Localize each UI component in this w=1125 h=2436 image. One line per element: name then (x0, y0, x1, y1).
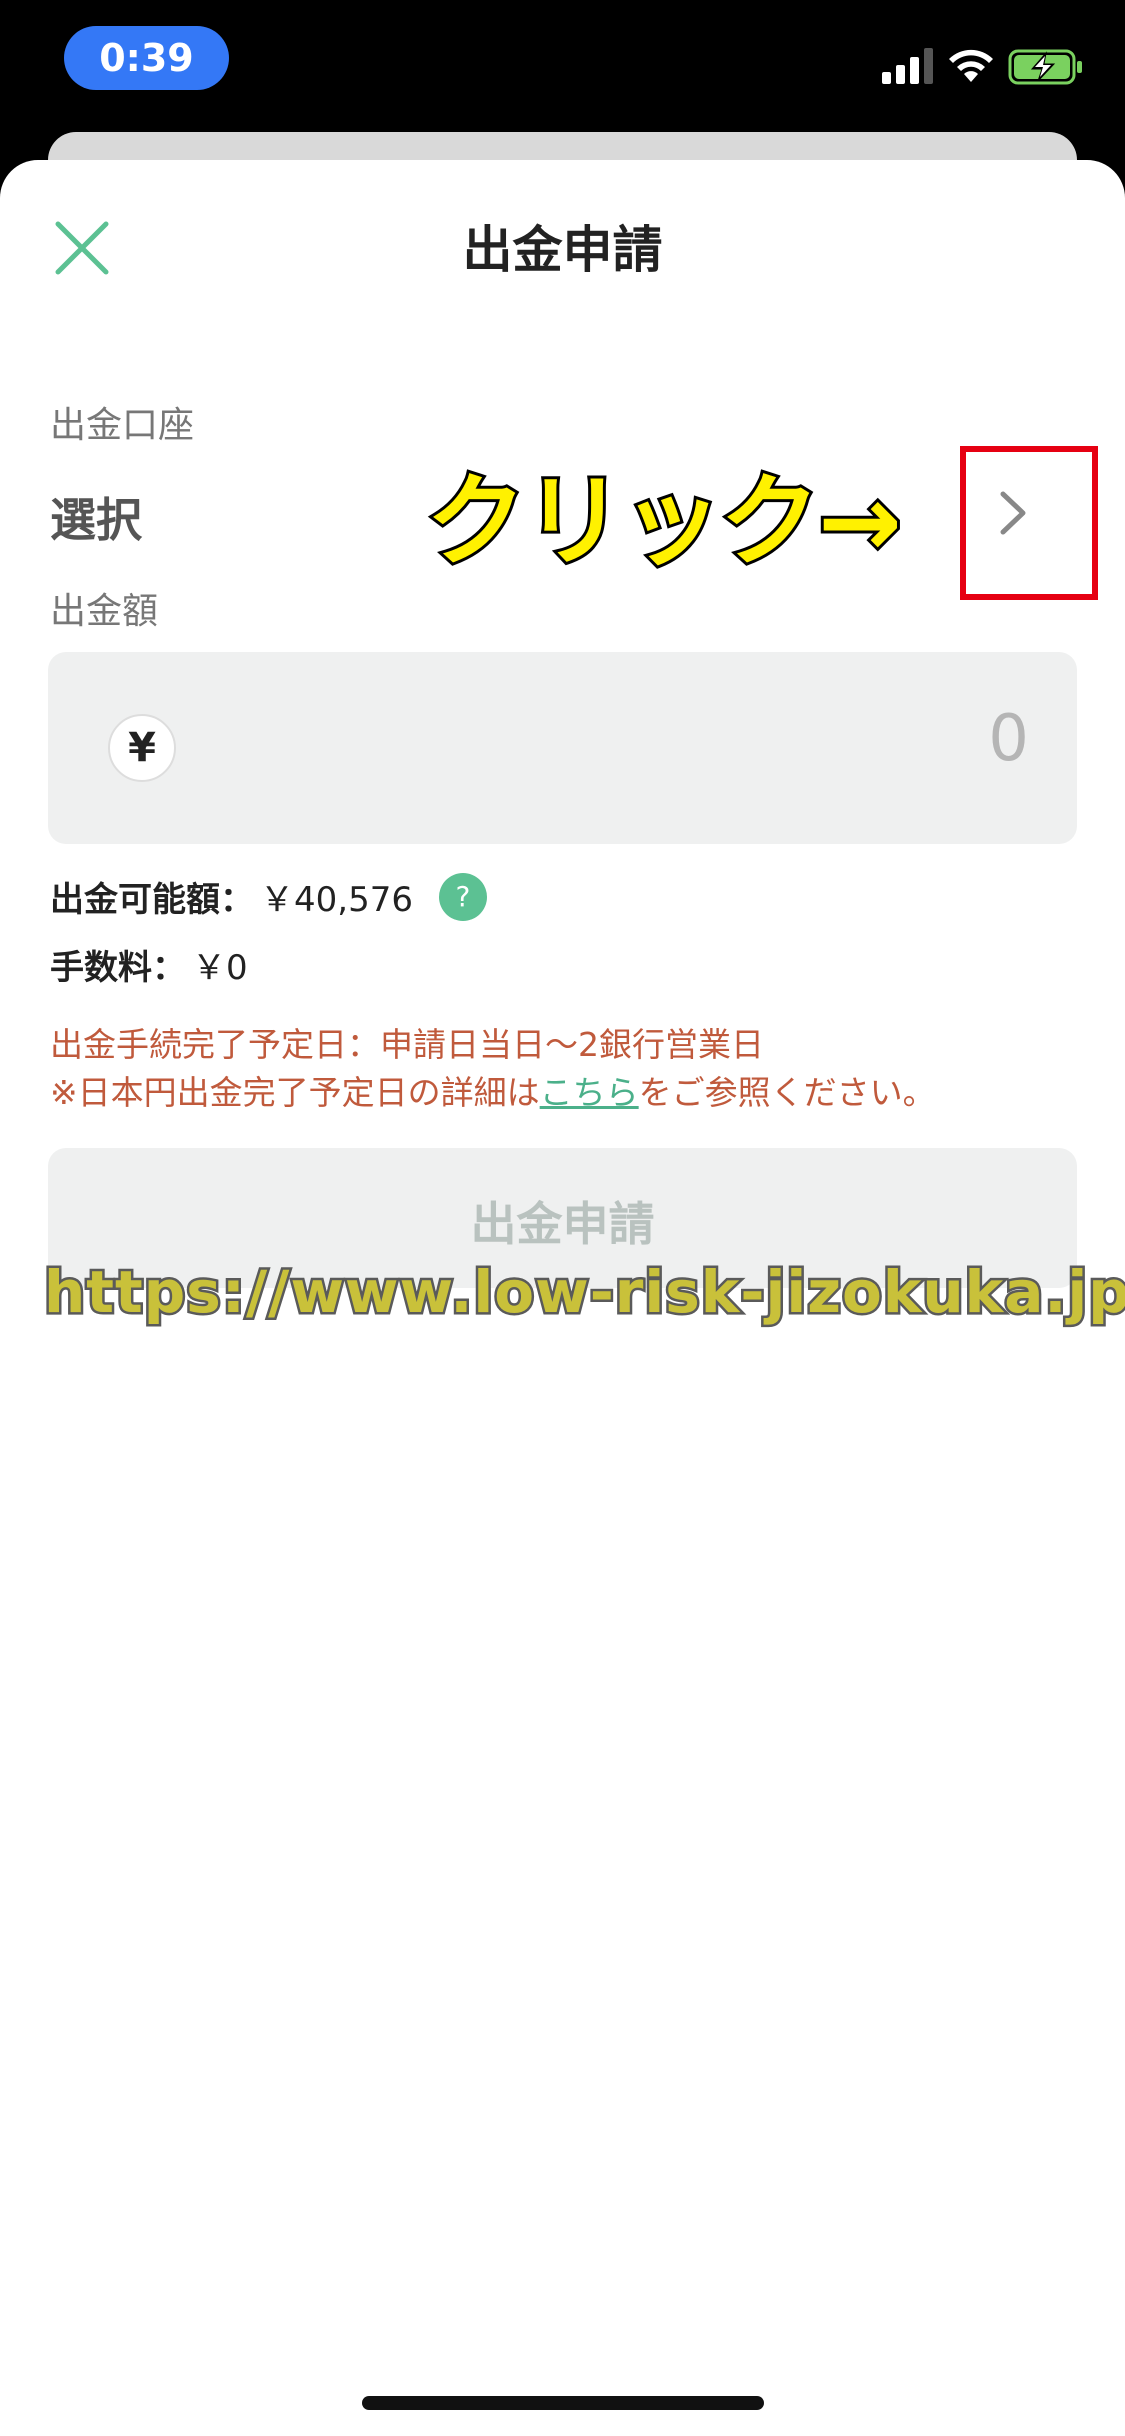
click-annotation: クリック→ (423, 460, 905, 583)
fee-line: 手数料： ￥0 (50, 940, 248, 989)
help-icon[interactable]: ? (438, 872, 487, 921)
status-time: 0:39 (64, 26, 229, 90)
available-amount: 出金可能額： ￥40,576 ? (50, 872, 487, 921)
withdraw-account-label: 出金口座 (50, 405, 195, 446)
available-label: 出金可能額： (50, 880, 254, 920)
home-indicator[interactable] (362, 2396, 764, 2410)
fee-value: ￥0 (192, 948, 248, 988)
highlight-box (960, 446, 1098, 600)
details-link[interactable]: こちら (540, 1073, 639, 1112)
notice-line-2: ※日本円出金完了予定日の詳細はこちらをご参照ください。 (50, 1066, 936, 1114)
fee-label: 手数料： (50, 948, 186, 988)
signal-icon (882, 48, 933, 84)
amount-input[interactable]: ¥ 0 (48, 652, 1077, 844)
notice-line-1: 出金手続完了予定日：申請日当日〜2銀行営業日 (50, 1025, 764, 1064)
account-select-value[interactable]: 選択 (50, 484, 142, 550)
page-title: 出金申請 (462, 221, 663, 279)
notice-suffix: をご参照ください。 (638, 1073, 936, 1112)
yen-icon: ¥ (108, 714, 176, 782)
battery-charging-icon (1008, 49, 1082, 85)
available-value: ￥40,576 (260, 880, 413, 920)
notice-prefix: ※日本円出金完了予定日の詳細は (50, 1073, 540, 1112)
amount-label: 出金額 (50, 591, 159, 632)
wifi-icon (949, 49, 993, 82)
watermark-url: https://www.low-risk-jizokuka.jp/ (41, 1256, 1125, 1329)
amount-value: 0 (988, 702, 1029, 776)
status-bar: 0:39 (0, 0, 1125, 134)
